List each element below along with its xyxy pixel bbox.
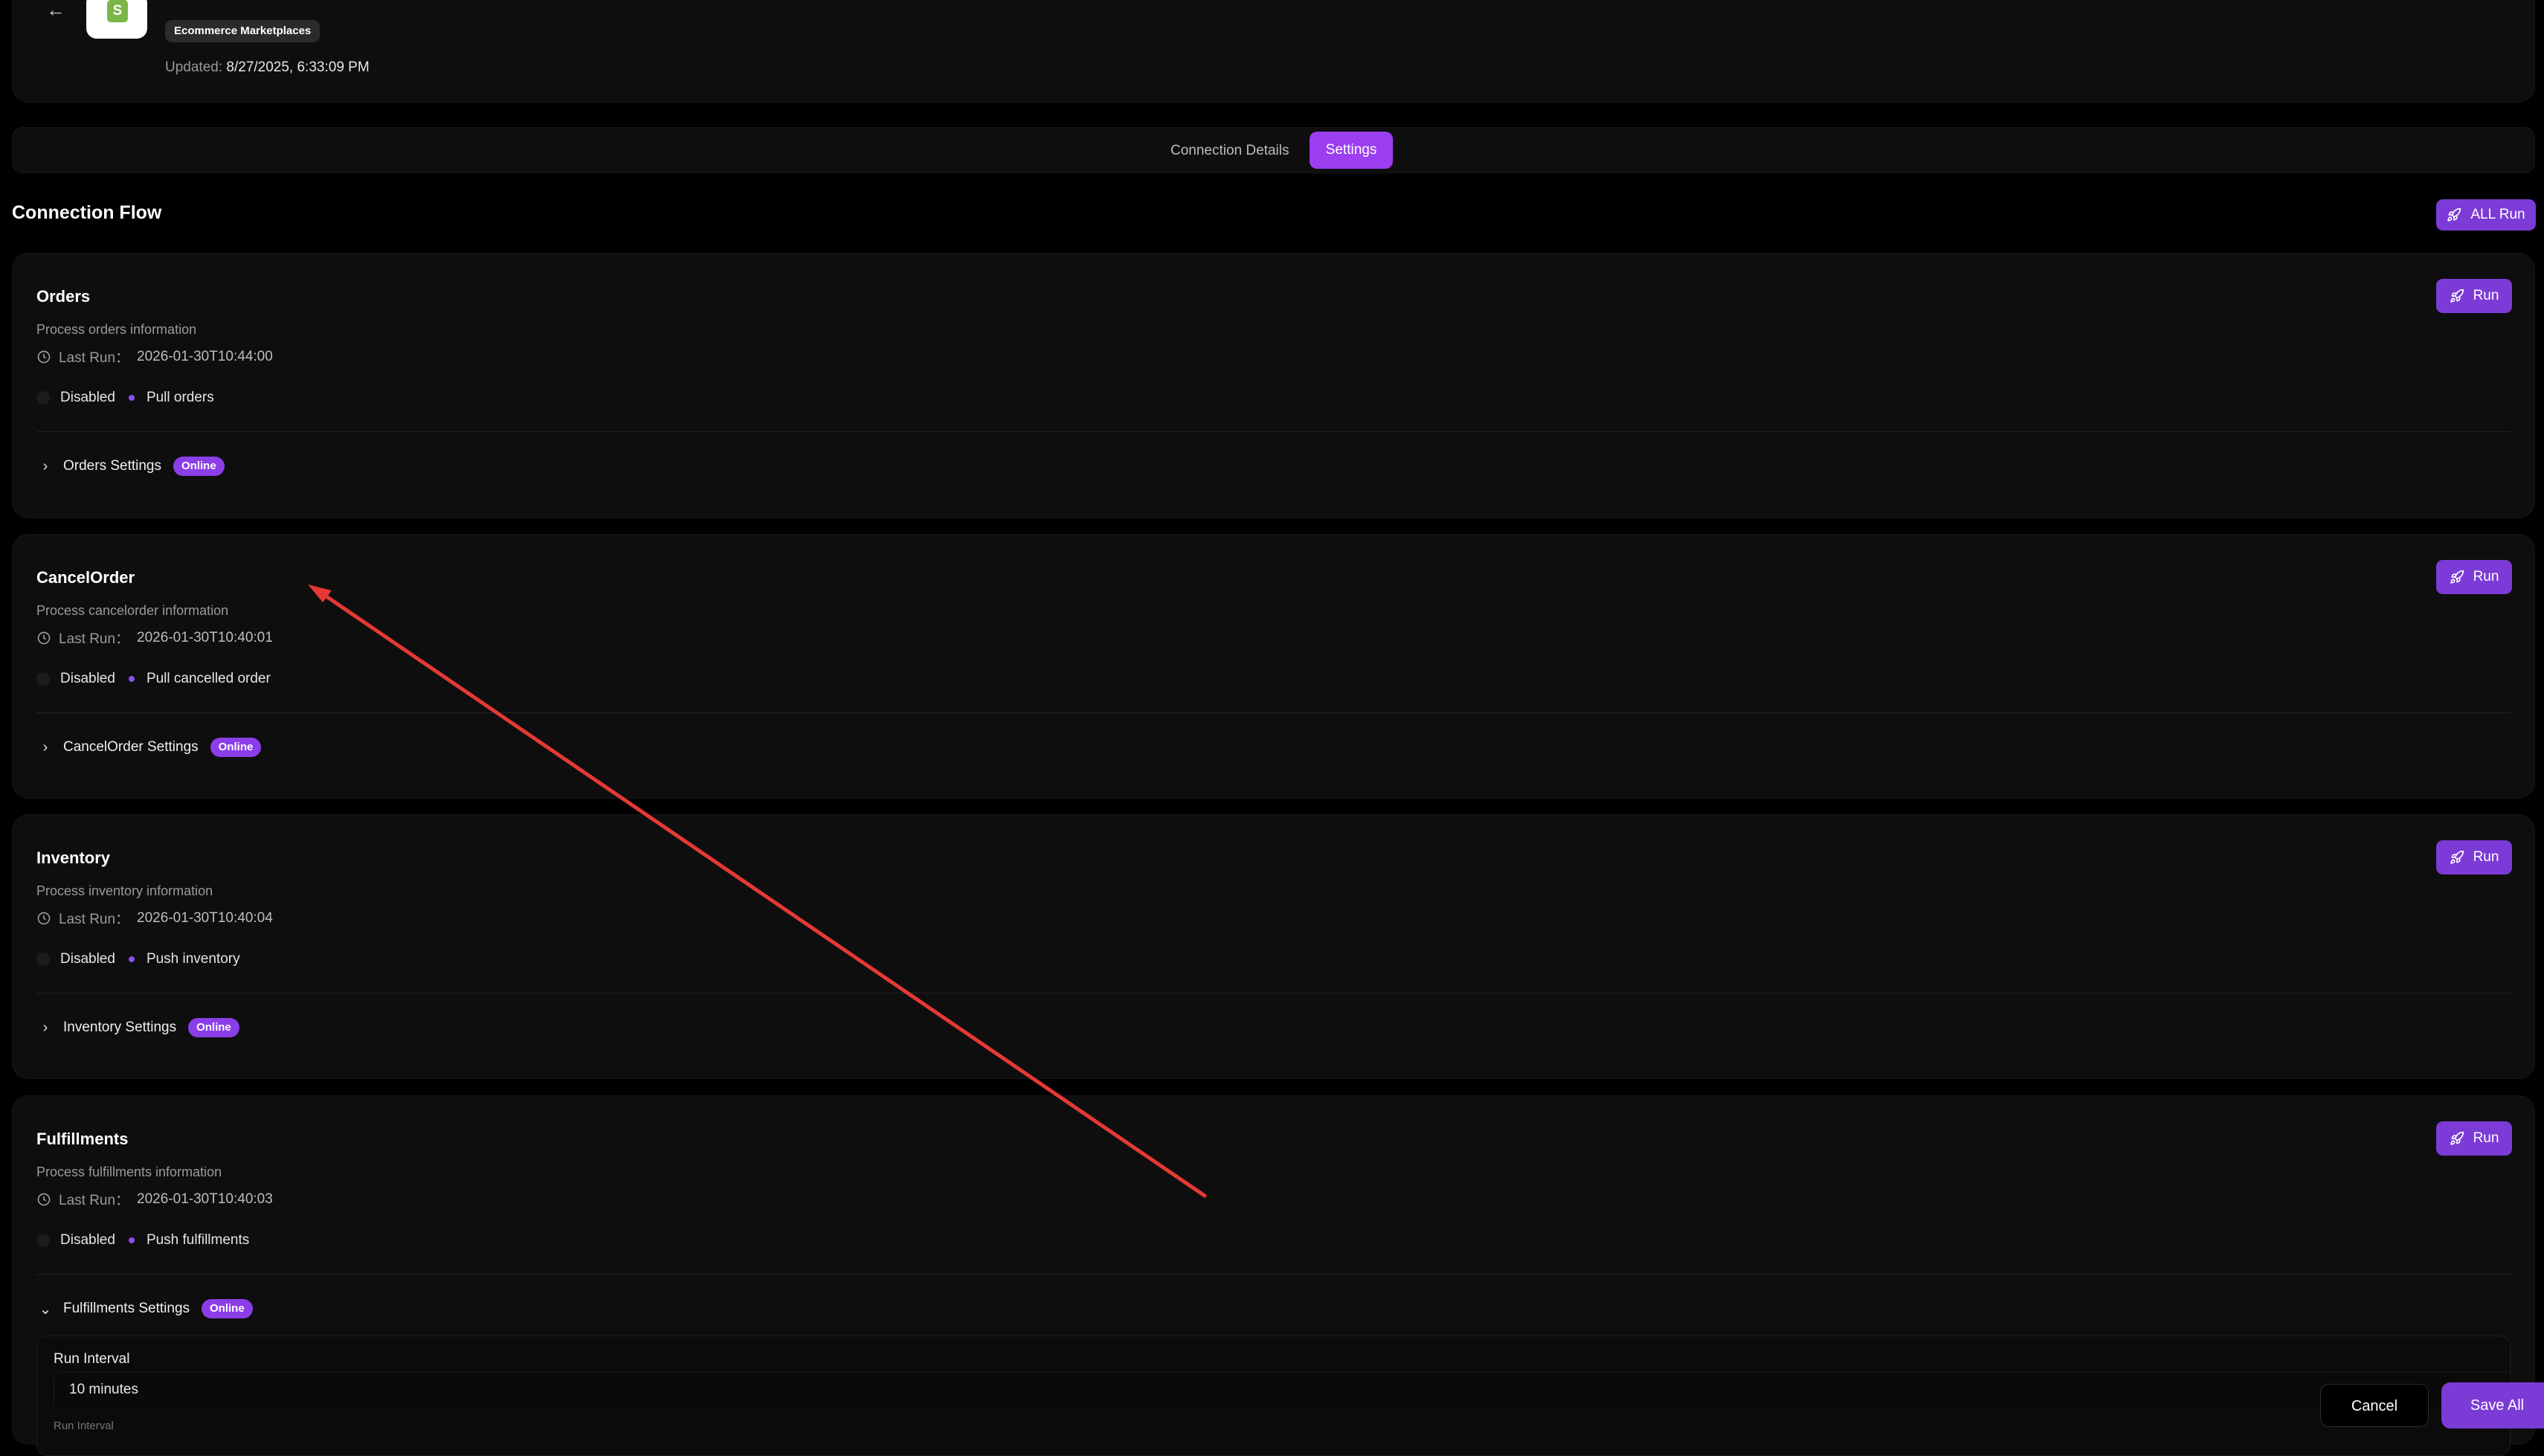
- last-run-value: 2026-01-30T10:44:00: [137, 348, 273, 364]
- category-tag: Ecommerce Marketplaces: [165, 20, 321, 42]
- toggle-switch[interactable]: [36, 953, 50, 966]
- run-label: Run: [2473, 849, 2499, 865]
- last-run-value: 2026-01-30T10:40:03: [137, 1191, 273, 1207]
- toggle-label: Disabled: [60, 671, 115, 686]
- action-label: Push fulfillments: [146, 1232, 250, 1248]
- settings-label: CancelOrder Settings: [63, 739, 199, 755]
- inventory-settings-toggle[interactable]: › Inventory Settings Online: [36, 1018, 239, 1037]
- bullet-dot-icon: [128, 676, 135, 682]
- clock-icon: [37, 631, 51, 644]
- chevron-right-icon: ›: [42, 457, 48, 474]
- settings-label: Inventory Settings: [63, 1019, 177, 1035]
- divider: [36, 1274, 2511, 1275]
- action-label: Pull orders: [146, 390, 214, 405]
- connection-flow-title: Connection Flow: [12, 202, 162, 223]
- last-run-value: 2026-01-30T10:40:01: [137, 629, 273, 645]
- last-run-label: Last Run：: [59, 912, 130, 927]
- cancelorder-settings-toggle[interactable]: › CancelOrder Settings Online: [36, 738, 262, 757]
- run-interval-select[interactable]: 10 minutes: [54, 1372, 2510, 1407]
- run-label: Run: [2473, 1130, 2499, 1146]
- chevron-down-icon: ⌄: [39, 1301, 52, 1318]
- settings-label: Orders Settings: [63, 458, 161, 474]
- bullet-dot-icon: [128, 395, 135, 401]
- card-description: Process orders information: [36, 322, 197, 337]
- chevron-right-icon: ›: [42, 1019, 48, 1036]
- last-run-label: Last Run：: [59, 350, 130, 366]
- header-panel: [12, 0, 2535, 103]
- last-run: Last Run： 2026-01-30T10:40:01: [36, 628, 273, 648]
- all-run-button[interactable]: ALL Run: [2436, 199, 2536, 231]
- divider: [36, 431, 2511, 432]
- status-badge: Online: [173, 457, 225, 476]
- updated-value: 8/27/2025, 6:33:09 PM: [226, 59, 370, 75]
- card-status-row: Disabled Pull orders: [36, 390, 214, 406]
- card-inventory: Inventory Process inventory information …: [12, 814, 2535, 1079]
- status-badge: Online: [210, 738, 262, 757]
- action-label: Pull cancelled order: [146, 671, 271, 686]
- tab-settings[interactable]: Settings: [1310, 132, 1393, 169]
- run-label: Run: [2473, 288, 2499, 303]
- status-badge: Online: [188, 1018, 239, 1037]
- clock-icon: [37, 912, 51, 924]
- toggle-switch[interactable]: [36, 391, 50, 405]
- card-description: Process cancelorder information: [36, 603, 229, 618]
- toggle-label: Disabled: [60, 951, 115, 967]
- card-status-row: Disabled Pull cancelled order: [36, 671, 271, 687]
- rocket-icon: [2450, 850, 2464, 864]
- toggle-label: Disabled: [60, 1232, 115, 1248]
- shopify-logo: S: [86, 0, 147, 39]
- clock-icon: [37, 350, 51, 363]
- run-button[interactable]: Run: [2436, 279, 2512, 313]
- rocket-icon: [2450, 1131, 2464, 1145]
- fulfillments-settings-panel: Run Interval 10 minutes Run Interval: [36, 1336, 2511, 1456]
- toggle-switch[interactable]: [36, 672, 50, 686]
- last-run-value: 2026-01-30T10:40:04: [137, 909, 273, 926]
- card-orders: Orders Process orders information Last R…: [12, 253, 2535, 518]
- run-button[interactable]: Run: [2436, 840, 2512, 874]
- last-run: Last Run： 2026-01-30T10:44:00: [36, 347, 273, 367]
- bullet-dot-icon: [128, 956, 135, 962]
- bullet-dot-icon: [128, 1237, 135, 1243]
- card-status-row: Disabled Push fulfillments: [36, 1232, 249, 1249]
- settings-label: Fulfillments Settings: [63, 1301, 190, 1316]
- rocket-icon: [2447, 207, 2461, 222]
- last-run: Last Run： 2026-01-30T10:40:03: [36, 1189, 273, 1209]
- card-cancelorder: CancelOrder Process cancelorder informat…: [12, 534, 2535, 799]
- status-badge: Online: [202, 1299, 253, 1318]
- fulfillments-settings-toggle[interactable]: ⌄ Fulfillments Settings Online: [36, 1299, 253, 1318]
- rocket-icon: [2450, 570, 2464, 584]
- divider: [36, 712, 2511, 713]
- last-run-label: Last Run：: [59, 631, 130, 647]
- shopify-bag-icon: S: [107, 0, 128, 22]
- cancel-button[interactable]: Cancel: [2320, 1384, 2429, 1427]
- card-fulfillments: Fulfillments Process fulfillments inform…: [12, 1095, 2535, 1456]
- run-interval-label: Run Interval: [54, 1351, 130, 1367]
- run-button[interactable]: Run: [2436, 560, 2512, 594]
- updated-label: Updated:: [165, 59, 223, 75]
- card-title: Fulfillments: [36, 1130, 129, 1148]
- card-description: Process fulfillments information: [36, 1165, 222, 1179]
- save-all-button[interactable]: Save All: [2441, 1382, 2544, 1428]
- card-description: Process inventory information: [36, 883, 213, 898]
- run-label: Run: [2473, 569, 2499, 584]
- card-title: Orders: [36, 287, 91, 306]
- rocket-icon: [2450, 289, 2464, 303]
- all-run-label: ALL Run: [2470, 207, 2525, 222]
- toggle-label: Disabled: [60, 390, 115, 405]
- last-run: Last Run： 2026-01-30T10:40:04: [36, 908, 273, 928]
- back-arrow-icon[interactable]: ←: [46, 0, 65, 19]
- last-run-label: Last Run：: [59, 1193, 130, 1208]
- card-title: CancelOrder: [36, 568, 135, 587]
- updated-timestamp: Updated: 8/27/2025, 6:33:09 PM: [165, 59, 370, 76]
- card-status-row: Disabled Push inventory: [36, 951, 240, 967]
- orders-settings-toggle[interactable]: › Orders Settings Online: [36, 457, 225, 476]
- run-interval-helper: Run Interval: [54, 1420, 114, 1432]
- action-label: Push inventory: [146, 951, 240, 967]
- toggle-switch[interactable]: [36, 1234, 50, 1247]
- tab-connection-details[interactable]: Connection Details: [1170, 140, 1289, 162]
- run-button[interactable]: Run: [2436, 1121, 2512, 1156]
- chevron-right-icon: ›: [42, 738, 48, 756]
- card-title: Inventory: [36, 848, 111, 867]
- clock-icon: [37, 1193, 51, 1205]
